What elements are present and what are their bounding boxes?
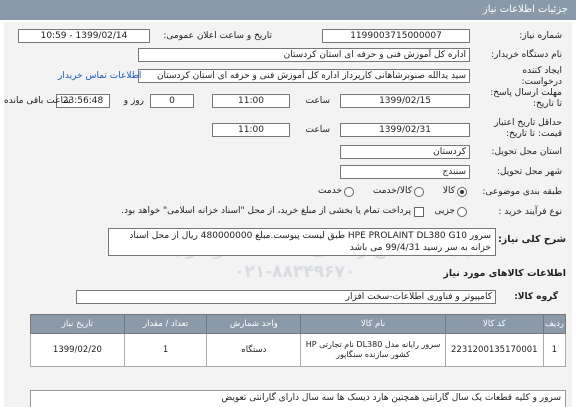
treasury-bonds-note: پرداخت تمام یا بخشی از مبلغ خرید، از محل… (121, 206, 411, 216)
col-unit-header: واحد شمارش (206, 314, 302, 334)
category-goods-label: کالا (442, 186, 455, 196)
col-code-header: کد کالا (444, 314, 544, 334)
deadline-label-2: تا تاریخ: (532, 99, 562, 109)
category-service-radio[interactable] (414, 187, 424, 197)
col-qty-header: تعداد / مقدار (123, 314, 208, 334)
need-number-field: 1199003715000007 (322, 29, 470, 43)
city-label: شهر محل تحویل: (496, 167, 562, 177)
page-header: جزئیات اطلاعات نیاز (0, 0, 576, 20)
days-label: روز و (123, 96, 144, 106)
deadline-label: مهلت ارسال پاسخ: (490, 88, 562, 98)
deadline-date-field: 1399/02/15 (340, 94, 470, 108)
category-goods-service-label: کالا/خدمت (372, 186, 412, 196)
details-panel: پایگاه اطلاع رسانی مناقصات و مزایده ۰۲۱-… (4, 22, 572, 407)
validity-date-field: 1399/02/31 (340, 123, 470, 137)
category-goods-radio[interactable] (457, 187, 467, 197)
category-label: طبقه بندی موضوعی: (482, 187, 562, 197)
goods-group-label: گروه کالا: (514, 292, 558, 302)
payment-label: نوع فرآیند خرید : (498, 207, 562, 217)
cell-qty: 1 (123, 333, 208, 367)
table-row: 1 2231200135170001 سرور رایانه مدل DL380… (30, 333, 567, 367)
creator-field: سید یدالله صنوبرشاهانی کارپرداز اداره کل… (138, 69, 470, 83)
description-label: شرح کلی نیاز: (497, 234, 566, 245)
description-text: سرور HPE PROLAINT DL380 G10 طبق لیست پیو… (129, 231, 491, 253)
goods-section-title: اطلاعات کالاهای مورد نیاز (443, 268, 566, 279)
deadline-time-field: 11:00 (212, 94, 290, 108)
city-field: سنندج (340, 165, 470, 179)
col-row-header: ردیف (542, 314, 567, 334)
cell-code: 2231200135170001 (444, 333, 544, 367)
validity-label: حداقل تاریخ اعتبار (494, 118, 562, 128)
category-other-radio[interactable] (344, 187, 354, 197)
remaining-label: ساعت باقی مانده (4, 96, 71, 106)
buyer-field: اداره کل آموزش فنی و حرفه ای استان کردست… (138, 48, 470, 62)
watermark-phone: ۰۲۱-۸۸۳۴۹۶۷۰ (234, 262, 356, 282)
creator-label-2: درخواست: (521, 77, 562, 87)
days-field: 0 (150, 94, 194, 108)
announce-field: 1399/02/14 - 10:59 (18, 29, 150, 43)
table-header-row: ردیف کد کالا نام کالا واحد شمارش تعداد /… (30, 314, 567, 334)
items-table: ردیف کد کالا نام کالا واحد شمارش تعداد /… (30, 314, 567, 367)
province-label: استان محل تحویل: (491, 147, 562, 157)
announce-label: تاریخ و ساعت اعلان عمومی: (163, 31, 272, 41)
validity-label-2: قیمت: تا تاریخ: (506, 129, 562, 139)
contact-buyer-link[interactable]: اطلاعات تماس خریدار (58, 71, 141, 81)
description-box: سرور HPE PROLAINT DL380 G10 طبق لیست پیو… (108, 228, 496, 256)
goods-group-field: کامپیوتر و فناوری اطلاعات-سخت افزار (76, 290, 496, 304)
cell-unit: دستگاه (206, 333, 302, 367)
validity-time-field: 11:00 (212, 123, 290, 137)
category-service-label: خدمت (318, 186, 342, 196)
notes-text: سرور و کلیه قطعات یک سال گارانتی همچنین … (221, 393, 561, 403)
treasury-bonds-checkbox[interactable] (414, 207, 424, 217)
creator-label: ایجاد کننده (522, 66, 562, 76)
deadline-time-label: ساعت (305, 96, 331, 106)
cell-date: 1399/02/20 (30, 333, 125, 367)
buyer-label: نام دستگاه خریدار: (491, 50, 562, 60)
payment-partial-radio[interactable] (457, 207, 467, 217)
col-date-header: تاریخ نیاز (30, 314, 125, 334)
cell-row: 1 (542, 333, 567, 367)
validity-time-label: ساعت (305, 125, 331, 135)
cell-name: سرور رایانه مدل DL380 نام تجارتی HP کشور… (300, 333, 446, 367)
need-number-label: شماره نیاز: (519, 31, 562, 41)
page-title: جزئیات اطلاعات نیاز (482, 4, 568, 15)
notes-box: سرور و کلیه قطعات یک سال گارانتی همچنین … (30, 390, 566, 407)
province-field: کردستان (340, 145, 470, 159)
payment-partial-label: جزیی (434, 206, 455, 216)
col-name-header: نام کالا (300, 314, 446, 334)
